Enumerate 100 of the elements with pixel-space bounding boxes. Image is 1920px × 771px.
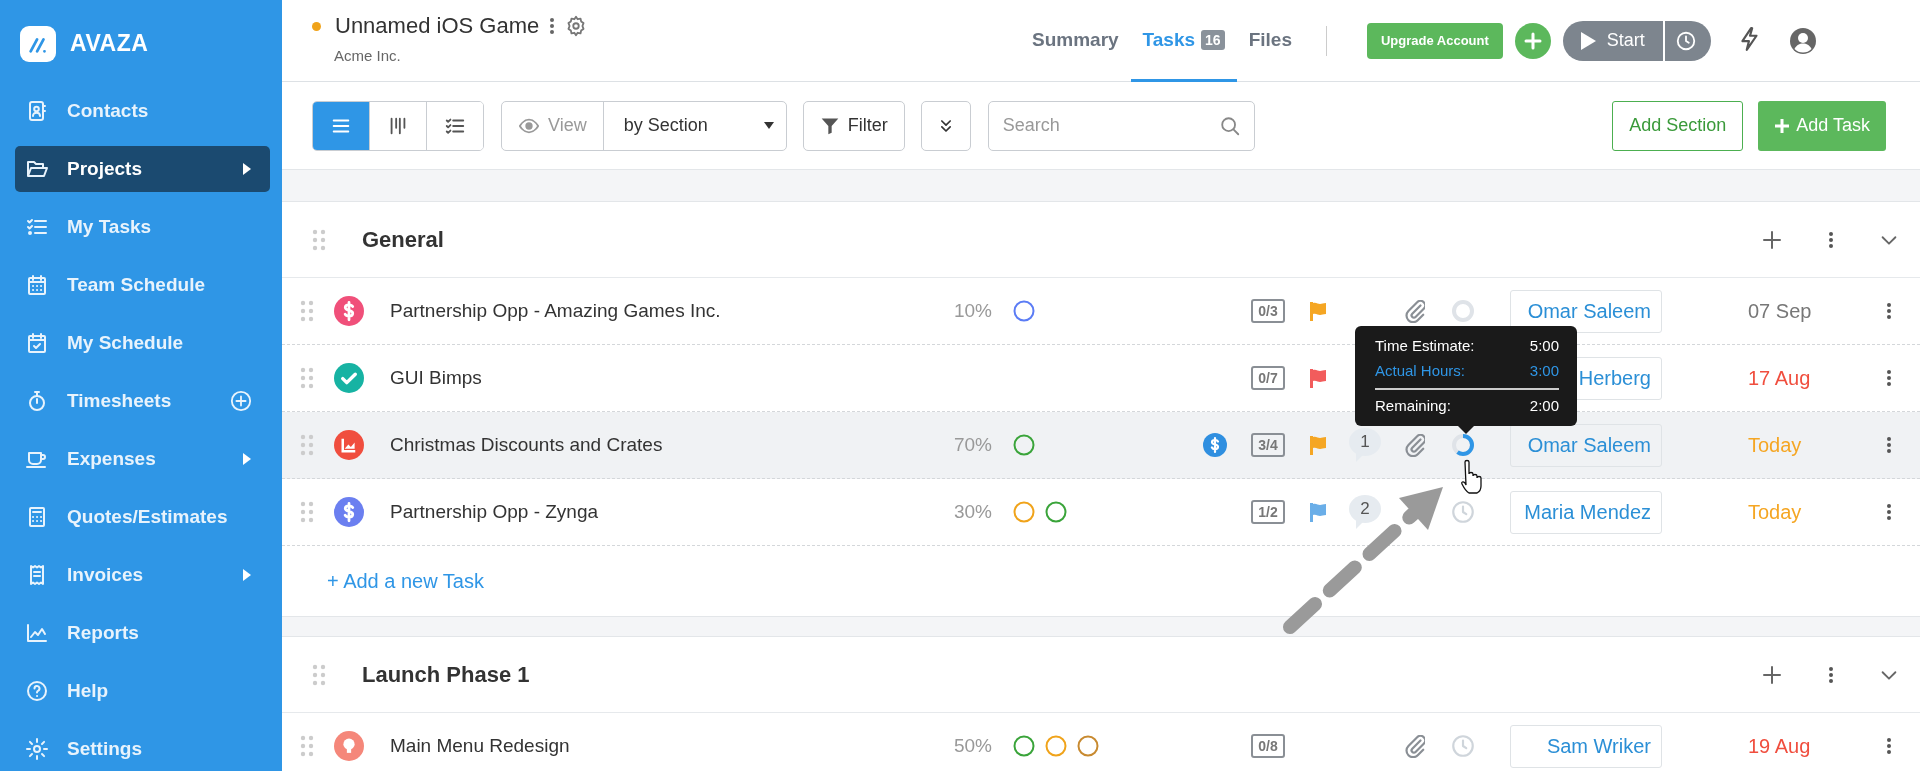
section-title: General [362, 226, 445, 253]
due-date: 19 Aug [1747, 734, 1812, 758]
sidebar-item[interactable]: Projects [15, 146, 270, 192]
more-icon[interactable] [1886, 369, 1892, 387]
sidebar-item[interactable]: Contacts [15, 88, 270, 134]
sidebar-item[interactable]: Team Schedule [15, 262, 270, 308]
checklist-count[interactable]: 3/4 [1251, 433, 1285, 457]
sidebar-item[interactable]: Invoices [15, 552, 270, 598]
task-name[interactable]: GUI Bimps [390, 367, 912, 389]
progress-percent: 10% [953, 300, 992, 321]
task-name[interactable]: Partnership Opp - Amazing Games Inc. [390, 300, 912, 322]
sidebar-item[interactable]: Reports [15, 610, 270, 656]
checklist-count[interactable]: 0/7 [1251, 366, 1285, 390]
task-row[interactable]: Main Menu Redesign 50% 0/8 Sam Wriker 19 Aug [282, 713, 1920, 771]
section-title: Launch Phase 1 [362, 661, 531, 688]
tooltip-value: 3:00 [1529, 361, 1559, 381]
cursor-icon [1461, 459, 1482, 494]
view-label: View [548, 115, 587, 136]
calendar-icon [25, 273, 49, 297]
task-name[interactable]: Partnership Opp - Zynga [390, 501, 912, 523]
assignee-tag[interactable]: Sam Wriker [1510, 724, 1662, 768]
due-date: 07 Sep [1747, 299, 1813, 323]
sidebar-item[interactable]: Timesheets [15, 378, 270, 424]
more-icon[interactable] [1828, 665, 1834, 684]
status-circle-icon[interactable] [1044, 500, 1068, 524]
due-date: Today [1747, 433, 1803, 457]
drag-handle-icon[interactable] [300, 367, 314, 389]
flag-icon[interactable] [1310, 301, 1326, 321]
status-dot [312, 21, 321, 31]
user-avatar-icon[interactable] [1788, 26, 1817, 55]
checklist-count[interactable]: 0/8 [1251, 734, 1285, 758]
add-section-button[interactable]: Add Section [1612, 100, 1744, 151]
status-circle-icon[interactable] [1012, 299, 1036, 323]
logo-icon [20, 25, 56, 62]
sidebar-item[interactable]: My Tasks [15, 204, 270, 250]
sidebar-item[interactable]: Quotes/Estimates [15, 494, 270, 540]
checklist-count[interactable]: 0/3 [1251, 299, 1285, 323]
add-icon[interactable] [230, 390, 252, 412]
progress-percent: 70% [953, 434, 992, 455]
filter-button[interactable]: Filter [802, 100, 905, 151]
add-task-link[interactable]: + Add a new Task [327, 569, 484, 593]
checklist-count[interactable]: 1/2 [1251, 500, 1285, 524]
drag-handle-icon[interactable] [300, 434, 314, 456]
task-count: 16 [1201, 29, 1225, 50]
comment-count[interactable]: 1 [1349, 428, 1381, 462]
drag-handle-icon[interactable] [312, 228, 326, 251]
flag-icon[interactable] [1310, 368, 1326, 388]
status-circle-icon[interactable] [1044, 734, 1068, 758]
caret-icon [242, 162, 252, 176]
plus-icon [1523, 31, 1542, 50]
add-task-button[interactable]: Add Task [1758, 100, 1886, 151]
add-button[interactable] [1514, 22, 1551, 59]
play-icon [1578, 30, 1597, 51]
chart-icon [25, 621, 49, 645]
tooltip-label: Actual Hours: [1375, 361, 1466, 381]
group-by-value: by Section [623, 115, 708, 136]
sidebar-item[interactable]: Expenses [15, 436, 270, 482]
sidebar-item[interactable]: My Schedule [15, 320, 270, 366]
caret-icon [242, 452, 252, 466]
drag-handle-icon[interactable] [312, 663, 326, 686]
status-circle-icon[interactable] [1012, 734, 1036, 758]
tab[interactable]: Summary [1020, 0, 1131, 82]
more-icon[interactable] [1886, 503, 1892, 521]
help-icon [25, 679, 49, 703]
search-field[interactable]: Search [987, 100, 1255, 151]
tab[interactable]: Files [1236, 0, 1304, 82]
flag-icon[interactable] [1310, 502, 1326, 522]
more-icon[interactable] [1886, 302, 1892, 320]
client-name: Acme Inc. [334, 47, 401, 64]
comment-count[interactable]: 2 [1349, 495, 1381, 529]
task-name[interactable]: Main Menu Redesign [390, 735, 912, 757]
status-circle-icon[interactable] [1076, 734, 1100, 758]
assignee-tag[interactable]: Maria Mendez [1510, 490, 1662, 534]
view-dropdown[interactable]: View by Section [501, 100, 787, 151]
calendar-check-icon [25, 331, 49, 355]
flag-icon[interactable] [1310, 435, 1326, 455]
upgrade-button[interactable]: Upgrade Account [1366, 22, 1503, 59]
logo-text: AVAZA [70, 30, 149, 57]
caret-icon [763, 122, 774, 129]
sidebar-item[interactable]: Settings [15, 726, 270, 771]
drag-handle-icon[interactable] [300, 735, 314, 757]
expand-button[interactable] [920, 100, 971, 151]
sidebar-item[interactable]: Help [15, 668, 270, 714]
progress-percent: 30% [953, 501, 992, 522]
status-circle-icon[interactable] [1012, 433, 1036, 457]
view-mode-button[interactable] [313, 101, 370, 150]
clock-icon [1674, 29, 1697, 52]
drag-handle-icon[interactable] [300, 501, 314, 523]
drag-handle-icon[interactable] [300, 300, 314, 322]
more-icon[interactable] [1828, 230, 1834, 249]
progress-ring[interactable] [1449, 431, 1477, 459]
more-icon[interactable] [1886, 436, 1892, 454]
clock-icon [1450, 499, 1476, 525]
due-date: 17 Aug [1747, 366, 1812, 390]
task-name[interactable]: Christmas Discounts and Crates [390, 434, 912, 456]
due-date: Today [1747, 500, 1803, 524]
more-icon[interactable] [549, 17, 556, 35]
status-circle-icon[interactable] [1012, 500, 1036, 524]
more-icon[interactable] [1886, 737, 1892, 755]
caret-icon [242, 568, 252, 582]
